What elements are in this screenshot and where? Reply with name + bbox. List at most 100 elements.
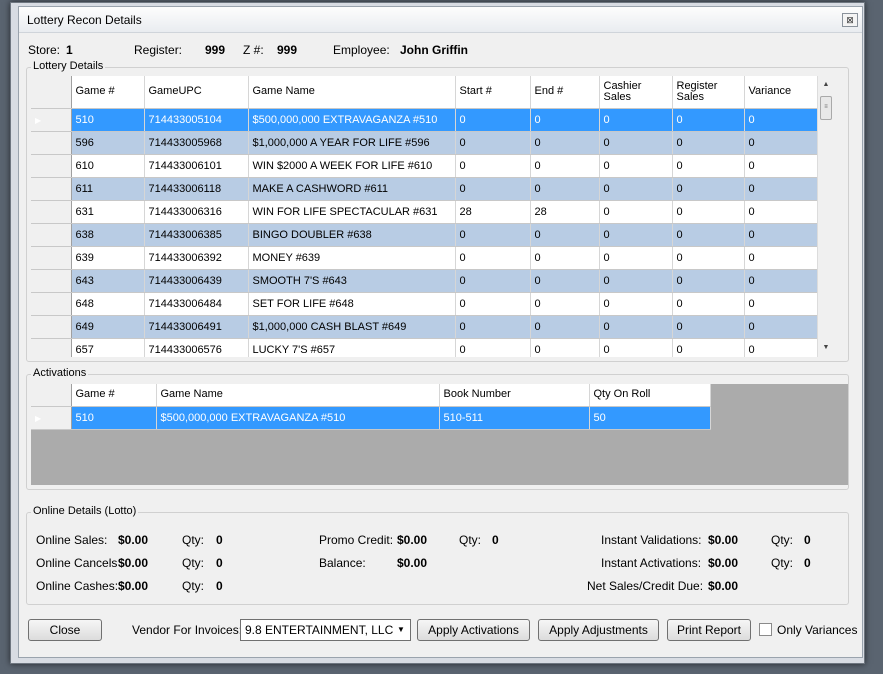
cell-game-name[interactable]: WIN FOR LIFE SPECTACULAR #631	[248, 200, 456, 224]
cell-variance[interactable]: 0	[744, 315, 817, 339]
cell-game-name[interactable]: BINGO DOUBLER #638	[248, 223, 456, 247]
cell-start-number[interactable]: 0	[455, 154, 531, 178]
table-row[interactable]: 643 714433006439 SMOOTH 7'S #643 0 0 0 0 0	[31, 269, 817, 293]
act-cell-book-number[interactable]: 510-511	[439, 406, 590, 430]
cell-variance[interactable]: 0	[744, 131, 817, 155]
cell-game-name[interactable]: $500,000,000 EXTRAVAGANZA #510	[248, 108, 456, 132]
cell-game-name[interactable]: $1,000,000 CASH BLAST #649	[248, 315, 456, 339]
table-row[interactable]: 648 714433006484 SET FOR LIFE #648 0 0 0 0 0	[31, 292, 817, 316]
cell-start-number[interactable]: 0	[455, 131, 531, 155]
cell-cashier-sales[interactable]: 0	[599, 315, 673, 339]
cell-cashier-sales[interactable]: 0	[599, 200, 673, 224]
row-header[interactable]: ▶	[31, 108, 72, 132]
cell-variance[interactable]: 0	[744, 269, 817, 293]
cell-register-sales[interactable]: 0	[672, 292, 745, 316]
cell-game-upc[interactable]: 714433006385	[144, 223, 249, 247]
row-header[interactable]	[31, 315, 72, 339]
lottery-details-grid[interactable]: Game # GameUPC Game Name Start # End # C…	[31, 76, 817, 357]
cell-register-sales[interactable]: 0	[672, 338, 745, 357]
cell-end-number[interactable]: 0	[530, 338, 600, 357]
cell-register-sales[interactable]: 0	[672, 154, 745, 178]
cell-cashier-sales[interactable]: 0	[599, 223, 673, 247]
cell-start-number[interactable]: 0	[455, 315, 531, 339]
table-row[interactable]: 649 714433006491 $1,000,000 CASH BLAST #64…	[31, 315, 817, 339]
scroll-thumb[interactable]: ≡	[820, 96, 832, 120]
cell-end-number[interactable]: 0	[530, 108, 600, 132]
act-col-qty-on-roll[interactable]: Qty On Roll	[589, 384, 711, 407]
cell-end-number[interactable]: 0	[530, 131, 600, 155]
cell-end-number[interactable]: 0	[530, 154, 600, 178]
cell-game-name[interactable]: MAKE A CASHWORD #611	[248, 177, 456, 201]
act-cell-game-number[interactable]: 510	[71, 406, 157, 430]
cell-end-number[interactable]: 0	[530, 315, 600, 339]
col-cashier-sales[interactable]: Cashier Sales	[599, 76, 673, 109]
cell-game-upc[interactable]: 714433006316	[144, 200, 249, 224]
cell-cashier-sales[interactable]: 0	[599, 154, 673, 178]
row-header[interactable]	[31, 246, 72, 270]
cell-variance[interactable]: 0	[744, 177, 817, 201]
cell-cashier-sales[interactable]: 0	[599, 269, 673, 293]
col-game-name[interactable]: Game Name	[248, 76, 456, 109]
cell-end-number[interactable]: 0	[530, 292, 600, 316]
cell-game-upc[interactable]: 714433006491	[144, 315, 249, 339]
cell-game-number[interactable]: 610	[71, 154, 145, 178]
cell-variance[interactable]: 0	[744, 108, 817, 132]
row-header[interactable]	[31, 154, 72, 178]
print-report-button[interactable]: Print Report	[667, 619, 751, 641]
cell-game-name[interactable]: SMOOTH 7'S #643	[248, 269, 456, 293]
row-header[interactable]	[31, 269, 72, 293]
act-cell-game-name[interactable]: $500,000,000 EXTRAVAGANZA #510	[156, 406, 440, 430]
cell-register-sales[interactable]: 0	[672, 131, 745, 155]
table-row[interactable]: 639 714433006392 MONEY #639 0 0 0 0 0	[31, 246, 817, 270]
table-row[interactable]: 631 714433006316 WIN FOR LIFE SPECTACULAR …	[31, 200, 817, 224]
cell-game-number[interactable]: 639	[71, 246, 145, 270]
col-game-upc[interactable]: GameUPC	[144, 76, 249, 109]
cell-game-upc[interactable]: 714433006484	[144, 292, 249, 316]
cell-game-number[interactable]: 510	[71, 108, 145, 132]
act-col-book-number[interactable]: Book Number	[439, 384, 590, 407]
col-register-sales[interactable]: Register Sales	[672, 76, 745, 109]
col-end-number[interactable]: End #	[530, 76, 600, 109]
row-header[interactable]	[31, 177, 72, 201]
cell-game-number[interactable]: 643	[71, 269, 145, 293]
cell-game-number[interactable]: 649	[71, 315, 145, 339]
chevron-down-icon[interactable]: ▼	[394, 622, 408, 638]
cell-end-number[interactable]: 28	[530, 200, 600, 224]
act-col-game-number[interactable]: Game #	[71, 384, 157, 407]
cell-game-name[interactable]: $1,000,000 A YEAR FOR LIFE #596	[248, 131, 456, 155]
cell-game-upc[interactable]: 714433006101	[144, 154, 249, 178]
cell-start-number[interactable]: 0	[455, 269, 531, 293]
row-header[interactable]	[31, 338, 72, 357]
cell-start-number[interactable]: 0	[455, 246, 531, 270]
cell-cashier-sales[interactable]: 0	[599, 292, 673, 316]
col-variance[interactable]: Variance	[744, 76, 817, 109]
cell-end-number[interactable]: 0	[530, 246, 600, 270]
cell-start-number[interactable]: 0	[455, 108, 531, 132]
cell-game-number[interactable]: 596	[71, 131, 145, 155]
close-button[interactable]: Close	[28, 619, 102, 641]
cell-game-name[interactable]: SET FOR LIFE #648	[248, 292, 456, 316]
cell-cashier-sales[interactable]: 0	[599, 177, 673, 201]
cell-game-upc[interactable]: 714433006392	[144, 246, 249, 270]
row-header[interactable]: ▶	[31, 406, 72, 430]
cell-end-number[interactable]: 0	[530, 177, 600, 201]
cell-variance[interactable]: 0	[744, 338, 817, 357]
cell-end-number[interactable]: 0	[530, 223, 600, 247]
row-header[interactable]	[31, 292, 72, 316]
table-row[interactable]: ▶ 510 $500,000,000 EXTRAVAGANZA #510 510-51…	[31, 406, 711, 430]
cell-game-number[interactable]: 657	[71, 338, 145, 357]
cell-variance[interactable]: 0	[744, 292, 817, 316]
cell-start-number[interactable]: 0	[455, 338, 531, 357]
cell-register-sales[interactable]: 0	[672, 269, 745, 293]
table-row[interactable]: 611 714433006118 MAKE A CASHWORD #611 0 0 0 0 0	[31, 177, 817, 201]
cell-variance[interactable]: 0	[744, 200, 817, 224]
row-header[interactable]	[31, 131, 72, 155]
cell-game-upc[interactable]: 714433006576	[144, 338, 249, 357]
cell-game-name[interactable]: WIN $2000 A WEEK FOR LIFE #610	[248, 154, 456, 178]
table-row[interactable]: ▶ 510 714433005104 $500,000,000 EXTRAVAGANZ…	[31, 108, 817, 132]
cell-end-number[interactable]: 0	[530, 269, 600, 293]
cell-game-upc[interactable]: 714433006118	[144, 177, 249, 201]
cell-start-number[interactable]: 0	[455, 292, 531, 316]
cell-game-number[interactable]: 638	[71, 223, 145, 247]
activations-grid[interactable]: Game # Game Name Book Number Qty On Roll…	[31, 384, 848, 485]
